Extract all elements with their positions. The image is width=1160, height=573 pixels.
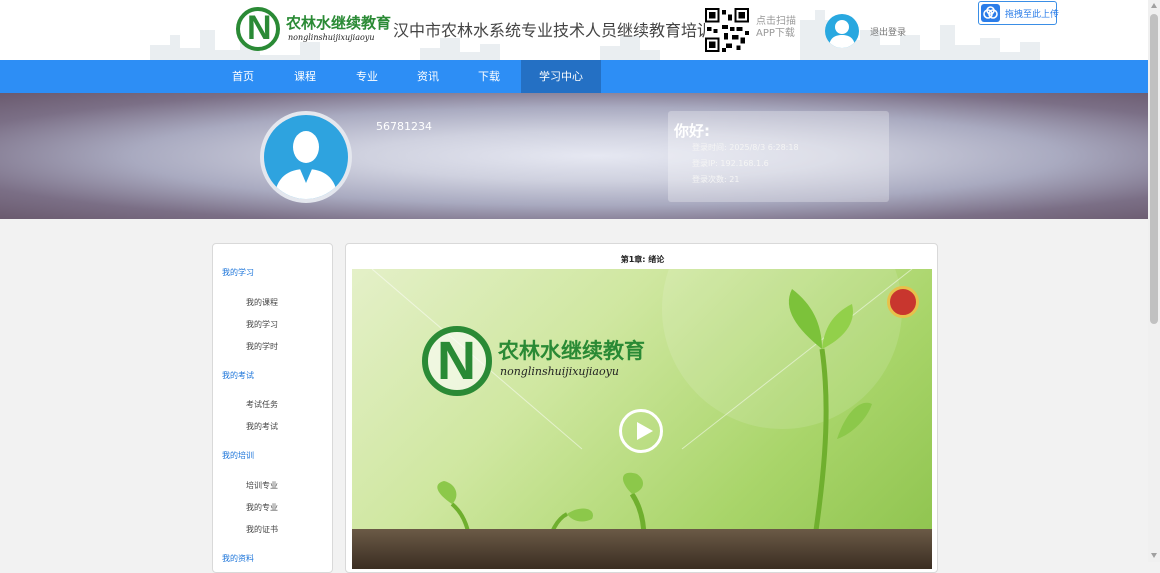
upload-button[interactable]: 拖拽至此上传 (978, 1, 1060, 25)
video-logo-text: 农林水继续教育 (498, 339, 645, 363)
qr-code-icon[interactable] (705, 8, 749, 52)
login-ip: 登录IP: 192.168.1.6 (692, 159, 769, 168)
sidebar-section-my-exams[interactable]: 我的考试 (222, 370, 254, 381)
soil-ground (352, 529, 932, 569)
sidebar-item-exam-tasks[interactable]: 考试任务 (246, 399, 278, 410)
upload-label: 拖拽至此上传 (1005, 10, 1060, 20)
scroll-up-icon[interactable] (1151, 3, 1157, 8)
sidebar-section-my-profile[interactable]: 我的资料 (222, 553, 254, 564)
nav-item-learning-center[interactable]: 学习中心 (521, 60, 601, 93)
user-icon (264, 115, 348, 199)
nav-item-majors[interactable]: 专业 (337, 60, 397, 93)
logo-emblem: N (236, 7, 280, 51)
video-player[interactable]: N 农林水继续教育 nonglinshuijixujiaoyu (352, 269, 932, 569)
main-nav: 首页 课程 专业 资讯 下载 学习中心 (0, 60, 1148, 93)
nav-item-home[interactable]: 首页 (213, 60, 273, 93)
cloud-icon (981, 4, 1000, 22)
play-icon[interactable] (619, 409, 663, 453)
sidebar-item-my-majors[interactable]: 我的专业 (246, 502, 278, 513)
sidebar-item-my-certificates[interactable]: 我的证书 (246, 524, 278, 535)
logout-link[interactable]: 退出登录 (870, 25, 906, 38)
logo-text: 农林水继续教育 (286, 14, 392, 32)
sidebar-section-my-study[interactable]: 我的学习 (222, 267, 254, 278)
video-logo-pinyin: nonglinshuijixujiaoyu (500, 365, 619, 378)
page-scrollbar[interactable] (1148, 0, 1160, 562)
app-download-label: APP下载 (756, 28, 795, 39)
chapter-title: 第1章: 绪论 (620, 255, 665, 264)
site-logo[interactable]: N 农林水继续教育 nonglinshuijixujiaoyu (236, 7, 391, 55)
video-logo-emblem: N (422, 326, 492, 396)
login-info-box: 你好: 登录时间: 2025/8/3 6:28:18 登录IP: 192.168… (668, 111, 889, 202)
emblem-badge-icon (887, 286, 919, 318)
sidebar-item-my-study[interactable]: 我的学习 (246, 319, 278, 330)
login-count: 登录次数: 21 (692, 175, 740, 184)
site-title: 汉中市农林水系统专业技术人员继续教育培训网 (393, 21, 730, 40)
scan-label: 点击扫描 (756, 16, 796, 27)
sidebar-menu: 我的学习 我的课程 我的学习 我的学时 我的考试 考试任务 我的考试 我的培训 … (212, 243, 333, 573)
top-header: N 农林水继续教育 nonglinshuijixujiaoyu 汉中市农林水系统… (0, 0, 1148, 60)
sidebar-item-my-hours[interactable]: 我的学时 (246, 341, 278, 352)
app-download-text[interactable]: 点击扫描 APP下载 (756, 16, 796, 40)
scroll-thumb[interactable] (1150, 14, 1158, 324)
scroll-down-icon[interactable] (1151, 553, 1157, 558)
nav-item-news[interactable]: 资讯 (398, 60, 458, 93)
nav-item-courses[interactable]: 课程 (275, 60, 335, 93)
profile-avatar (260, 111, 352, 203)
login-time: 登录时间: 2025/8/3 6:28:18 (692, 143, 799, 152)
profile-banner (0, 93, 1148, 219)
sidebar-section-my-training[interactable]: 我的培训 (222, 450, 254, 461)
course-content-panel: 第1章: 绪论 N 农林水继续教育 nonglinshuijixujiaoyu (345, 243, 938, 573)
sidebar-item-my-courses[interactable]: 我的课程 (246, 297, 278, 308)
sidebar-item-training-majors[interactable]: 培训专业 (246, 480, 278, 491)
greeting: 你好: (674, 122, 710, 140)
user-avatar-icon[interactable] (825, 14, 859, 48)
sidebar-item-my-exams[interactable]: 我的考试 (246, 421, 278, 432)
nav-item-download[interactable]: 下载 (459, 60, 519, 93)
logo-pinyin: nonglinshuijixujiaoyu (288, 33, 375, 42)
username: 56781234 (376, 120, 432, 133)
